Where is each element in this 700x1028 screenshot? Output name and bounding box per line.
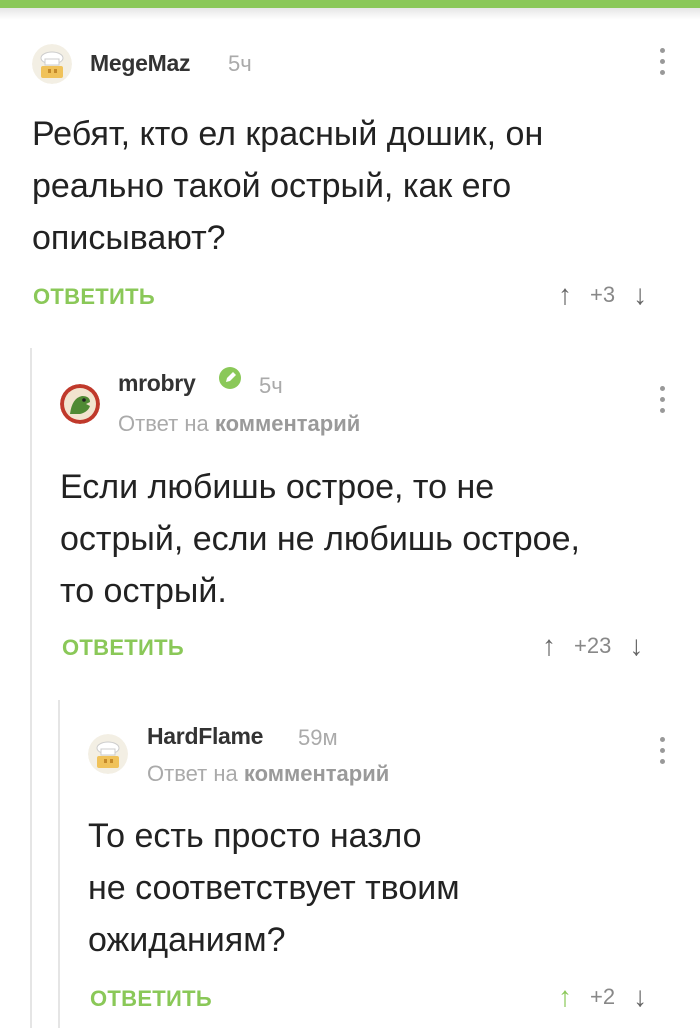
downvote-icon[interactable]: ↓ bbox=[629, 630, 643, 662]
comment-line: ожиданиям? bbox=[88, 921, 286, 959]
downvote-icon[interactable]: ↓ bbox=[633, 279, 647, 311]
timestamp: 59м bbox=[298, 725, 338, 750]
user-avatar[interactable] bbox=[32, 44, 72, 84]
chef-hat-avatar-icon bbox=[88, 734, 128, 774]
more-menu-icon[interactable] bbox=[658, 737, 666, 767]
reply-button[interactable]: ОТВЕТИТЬ bbox=[90, 986, 212, 1012]
header-shadow bbox=[0, 8, 700, 20]
comment-text: Если любишь острое, то не острый, если н… bbox=[60, 461, 580, 617]
comment-text: То есть просто назло не соответствует тв… bbox=[88, 810, 460, 966]
username[interactable]: HardFlame bbox=[147, 723, 263, 750]
vote-score: +23 bbox=[574, 633, 612, 658]
upvote-icon[interactable]: ↑ bbox=[558, 279, 572, 311]
user-avatar[interactable] bbox=[60, 384, 100, 424]
more-menu-icon[interactable] bbox=[658, 386, 666, 416]
comment-line: не соответствует твоим bbox=[88, 869, 460, 907]
username[interactable]: MegeMaz bbox=[90, 50, 190, 77]
upvote-icon[interactable]: ↑ bbox=[558, 981, 572, 1013]
username[interactable]: mrobry bbox=[118, 370, 196, 397]
vote-controls: ↑ +23 ↓ bbox=[542, 630, 643, 662]
vote-controls: ↑ +3 ↓ bbox=[558, 279, 647, 311]
dinosaur-avatar-icon bbox=[60, 384, 100, 424]
more-menu-icon[interactable] bbox=[658, 48, 666, 78]
reply-to-link[interactable]: комментарий bbox=[215, 411, 360, 436]
comment-line: Если любишь острое, то не bbox=[60, 468, 495, 506]
verified-icon bbox=[219, 367, 241, 389]
reply-to-prefix: Ответ на bbox=[147, 761, 238, 786]
upvote-icon[interactable]: ↑ bbox=[542, 630, 556, 662]
user-avatar[interactable] bbox=[88, 734, 128, 774]
comment-line: Ребят, кто ел красный дошик, он bbox=[32, 115, 544, 153]
top-accent-bar bbox=[0, 0, 700, 8]
downvote-icon[interactable]: ↓ bbox=[633, 981, 647, 1013]
comment-line: острый, если не любишь острое, bbox=[60, 520, 580, 558]
comment-line: То есть просто назло bbox=[88, 817, 422, 855]
thread-line-level-1 bbox=[30, 348, 32, 1028]
reply-to: Ответ на комментарий bbox=[118, 411, 360, 437]
thread-line-level-2 bbox=[58, 700, 60, 1028]
vote-score: +2 bbox=[590, 984, 616, 1009]
vote-controls: ↑ +2 ↓ bbox=[558, 981, 647, 1013]
reply-to: Ответ на комментарий bbox=[147, 761, 389, 787]
comment-line: то острый. bbox=[60, 572, 227, 610]
timestamp: 5ч bbox=[228, 51, 252, 76]
reply-button[interactable]: ОТВЕТИТЬ bbox=[62, 635, 184, 661]
reply-button[interactable]: ОТВЕТИТЬ bbox=[33, 284, 155, 310]
timestamp: 5ч bbox=[259, 373, 283, 398]
chef-hat-avatar-icon bbox=[32, 44, 72, 84]
comment-line: реально такой острый, как его bbox=[32, 167, 512, 205]
comment-line: описывают? bbox=[32, 219, 226, 257]
comment-text: Ребят, кто ел красный дошик, он реально … bbox=[32, 108, 543, 264]
vote-score: +3 bbox=[590, 282, 616, 307]
reply-to-prefix: Ответ на bbox=[118, 411, 209, 436]
reply-to-link[interactable]: комментарий bbox=[244, 761, 389, 786]
